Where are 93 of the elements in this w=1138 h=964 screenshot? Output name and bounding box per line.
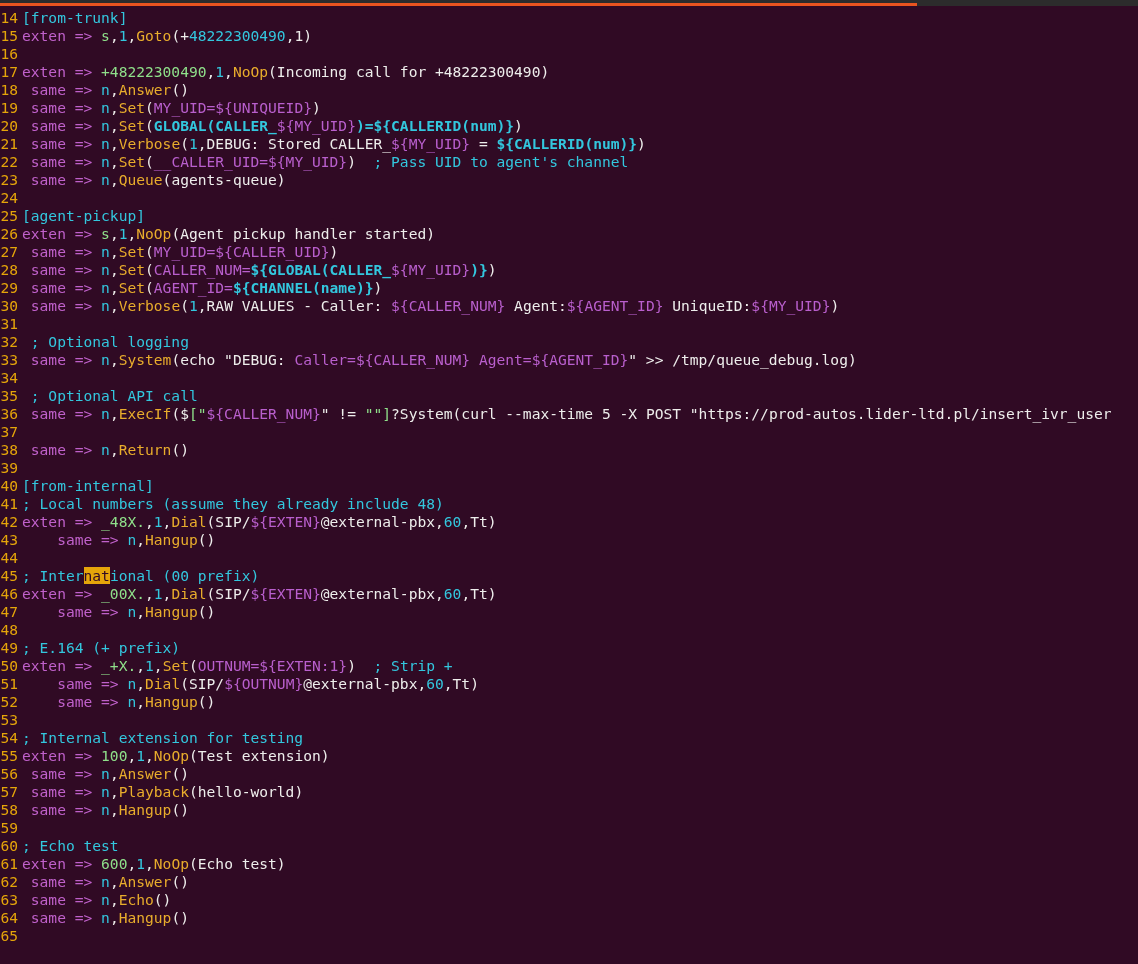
- line-number: 28: [0, 261, 18, 279]
- line-number: 49: [0, 639, 18, 657]
- code-line: exten => s,1,Goto(+48222300490,1): [22, 27, 312, 45]
- code-line: same => n,System(echo "DEBUG: Caller=${CALLER_NUM} Agent=${AGENT_ID}" >> /tmp/queue_debug.log): [29, 351, 857, 369]
- code-line: same => n,Hangup(): [56, 603, 216, 621]
- code-line: exten => s,1,NoOp(Agent pickup handler started): [22, 225, 435, 243]
- line-number: 43: [0, 531, 18, 549]
- code-line: exten => +48222300490,1,NoOp(Incoming call for +48222300490): [22, 63, 550, 81]
- code-line: same => n,Queue(agents-queue): [29, 171, 286, 189]
- code-line: same => n,ExecIf($["${CALLER_NUM}" != ""]?System(curl --max-time 5 -X POST "https://prod-autos.lider-ltd.pl/insert_ivr_user: [29, 405, 1112, 423]
- code-line: same => n,Hangup(): [29, 909, 189, 927]
- line-number: 63: [0, 891, 18, 909]
- code-line: exten => 100,1,NoOp(Test extension): [22, 747, 330, 765]
- line-number: 26: [0, 225, 18, 243]
- code-line: ; Internal extension for testing: [22, 729, 304, 747]
- line-number: 22: [0, 153, 18, 171]
- code-line: same => n,Set(__CALLER_UID=${MY_UID}) ; Pass UID to agent's channel: [29, 153, 629, 171]
- line-number: 52: [0, 693, 18, 711]
- line-number: 56: [0, 765, 18, 783]
- line-number: 15: [0, 27, 18, 45]
- code-line: [agent-pickup]: [22, 207, 145, 225]
- line-number: 14: [0, 9, 18, 27]
- code-line: exten => _00X.,1,Dial(SIP/${EXTEN}@external-pbx,60,Tt): [22, 585, 497, 603]
- line-number: 30: [0, 297, 18, 315]
- line-number: 58: [0, 801, 18, 819]
- line-number: 61: [0, 855, 18, 873]
- code-line: same => n,Echo(): [29, 891, 172, 909]
- code-line: exten => _+X.,1,Set(OUTNUM=${EXTEN:1}) ; Strip +: [22, 657, 453, 675]
- line-number: 55: [0, 747, 18, 765]
- line-number: 45: [0, 567, 18, 585]
- line-number: 31: [0, 315, 18, 333]
- code-line: same => n,Return(): [29, 441, 189, 459]
- line-number: 29: [0, 279, 18, 297]
- line-number: 41: [0, 495, 18, 513]
- code-line: ; Optional API call: [29, 387, 198, 405]
- code-line: exten => 600,1,NoOp(Echo test): [22, 855, 286, 873]
- code-line: [from-internal]: [22, 477, 154, 495]
- line-number: 21: [0, 135, 18, 153]
- code-line: same => n,Set(MY_UID=${UNIQUEID}): [29, 99, 321, 117]
- code-line: ; E.164 (+ prefix): [22, 639, 181, 657]
- code-line: same => n,Hangup(): [56, 531, 216, 549]
- line-number: 57: [0, 783, 18, 801]
- code-line: same => n,Set(CALLER_NUM=${GLOBAL(CALLER_${MY_UID})}): [29, 261, 497, 279]
- line-number: 38: [0, 441, 18, 459]
- line-number: 27: [0, 243, 18, 261]
- line-number: 60: [0, 837, 18, 855]
- line-number: 20: [0, 117, 18, 135]
- code-line: same => n,Answer(): [29, 873, 189, 891]
- line-number: 32: [0, 333, 18, 351]
- line-number: 47: [0, 603, 18, 621]
- code-line: ; Optional logging: [29, 333, 189, 351]
- line-number: 35: [0, 387, 18, 405]
- code-line: same => n,Playback(hello-world): [29, 783, 304, 801]
- code-line: same => n,Set(AGENT_ID=${CHANNEL(name)}): [29, 279, 383, 297]
- line-number: 19: [0, 99, 18, 117]
- line-number: 54: [0, 729, 18, 747]
- code-line: same => n,Dial(SIP/${OUTNUM}@external-pbx,60,Tt): [56, 675, 479, 693]
- line-number: 17: [0, 63, 18, 81]
- code-line: same => n,Set(MY_UID=${CALLER_UID}): [29, 243, 339, 261]
- line-number: 50: [0, 657, 18, 675]
- line-number: 23: [0, 171, 18, 189]
- line-number: 34: [0, 369, 18, 387]
- code-line: same => n,Hangup(): [56, 693, 216, 711]
- line-number: 64: [0, 909, 18, 927]
- line-number: 24: [0, 189, 18, 207]
- line-number: 65: [0, 927, 18, 945]
- code-line: same => n,Answer(): [29, 81, 189, 99]
- line-number: 33: [0, 351, 18, 369]
- line-number: 39: [0, 459, 18, 477]
- line-number: 44: [0, 549, 18, 567]
- code-line: ; Local numbers (assume they already include 48): [22, 495, 444, 513]
- line-number: 51: [0, 675, 18, 693]
- code-line: same => n,Set(GLOBAL(CALLER_${MY_UID})=${CALLERID(num)}): [29, 117, 523, 135]
- line-number: 40: [0, 477, 18, 495]
- code-line: ; Echo test: [22, 837, 119, 855]
- code-line: exten => _48X.,1,Dial(SIP/${EXTEN}@external-pbx,60,Tt): [22, 513, 497, 531]
- line-number: 25: [0, 207, 18, 225]
- line-number: 37: [0, 423, 18, 441]
- code-line: [from-trunk]: [22, 9, 128, 27]
- line-number: 62: [0, 873, 18, 891]
- line-number: 48: [0, 621, 18, 639]
- line-number: 59: [0, 819, 18, 837]
- code-line: same => n,Answer(): [29, 765, 189, 783]
- line-number: 18: [0, 81, 18, 99]
- code-line: same => n,Verbose(1,RAW VALUES - Caller: ${CALLER_NUM} Agent:${AGENT_ID} UniqueID:${MY_UID}): [29, 297, 840, 315]
- code-line: ; International (00 prefix): [22, 567, 260, 585]
- line-number: 36: [0, 405, 18, 423]
- code-line: same => n,Verbose(1,DEBUG: Stored CALLER_${MY_UID} = ${CALLERID(num)}): [29, 135, 646, 153]
- line-number: 16: [0, 45, 18, 63]
- line-number: 53: [0, 711, 18, 729]
- line-number: 46: [0, 585, 18, 603]
- code-line: same => n,Hangup(): [29, 801, 189, 819]
- line-number: 42: [0, 513, 18, 531]
